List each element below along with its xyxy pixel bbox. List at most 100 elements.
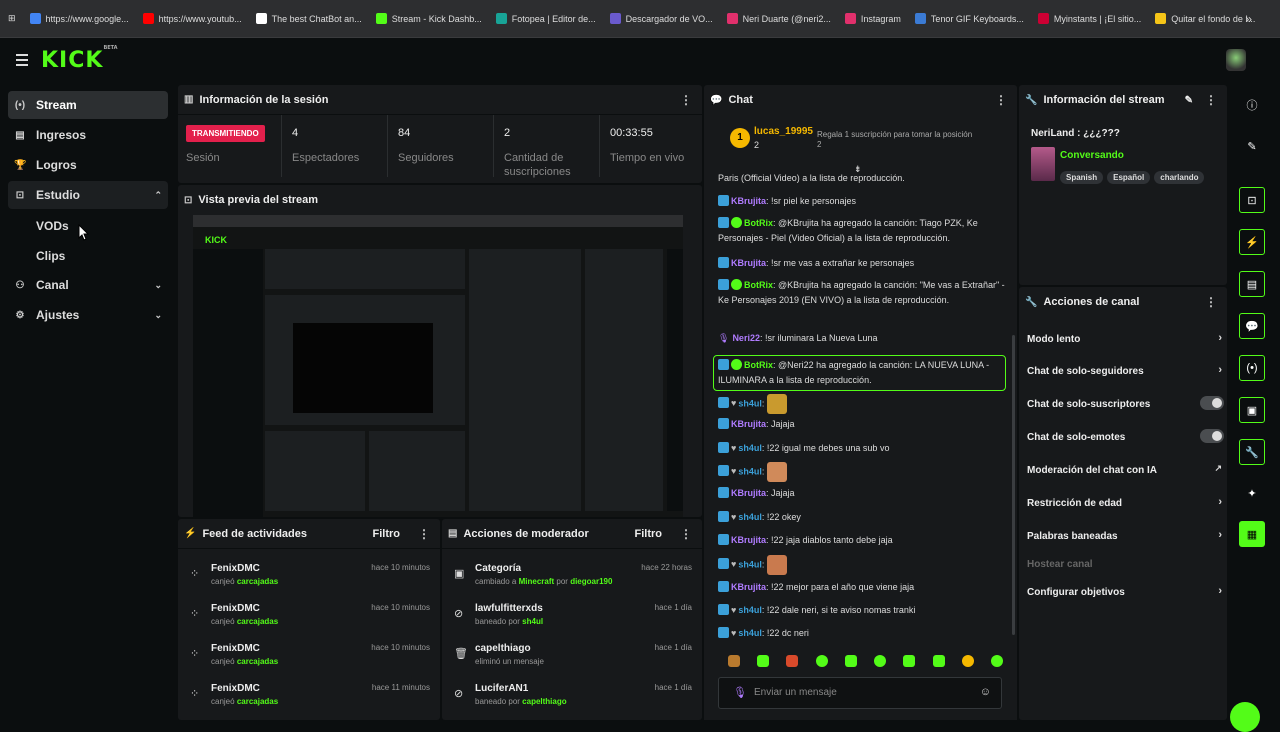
broadcast-icon[interactable]: (•) xyxy=(1239,355,1265,381)
filter-button[interactable]: Filtro xyxy=(373,528,401,540)
channel-action-item[interactable]: Chat de solo-suscriptores xyxy=(1027,396,1224,410)
emote-icon[interactable] xyxy=(844,655,857,667)
more-options-icon[interactable]: ⋮ xyxy=(680,93,692,107)
mod-target[interactable]: LuciferAN1 xyxy=(475,683,528,694)
chat-message[interactable]: KBrujita: Jajaja xyxy=(718,417,1008,432)
bookmark-item[interactable]: Quitar el fondo de I... xyxy=(1155,13,1255,24)
stream-preview-video[interactable]: KICK xyxy=(193,215,683,517)
channel-action-item[interactable]: Palabras baneadas › xyxy=(1027,529,1222,542)
bookmark-item[interactable]: https://www.google... xyxy=(29,13,129,24)
chat-message[interactable]: ♥ sh4ul: xyxy=(718,394,1008,414)
sidebar-item-logros[interactable]: 🏆 Logros xyxy=(8,151,168,179)
info-icon[interactable]: ⓘ xyxy=(1239,92,1265,118)
chat-username[interactable]: BotRix xyxy=(744,360,773,370)
chat-input[interactable]: 🎙 Enviar un mensaje ☺ xyxy=(718,677,1002,709)
chat-message[interactable]: ♥ sh4ul: xyxy=(718,462,1008,482)
chat-message[interactable]: KBrujita: !sr me vas a extrañar ke perso… xyxy=(718,256,1008,271)
bookmark-item[interactable]: Myinstants | ¡El sitio... xyxy=(1037,13,1141,24)
channel-action-item[interactable]: Chat de solo-emotes xyxy=(1027,429,1224,443)
channel-action-item[interactable]: Chat de solo-seguidores › xyxy=(1027,364,1222,377)
chat-username[interactable]: KBrujita xyxy=(731,535,766,545)
mod-target[interactable]: Categoría xyxy=(475,563,521,574)
chat-username[interactable]: KBrujita xyxy=(731,258,766,268)
emote-icon[interactable] xyxy=(874,655,887,667)
more-options-icon[interactable]: ⋮ xyxy=(995,93,1007,107)
chat-username[interactable]: BotRix xyxy=(744,280,773,290)
activity-user[interactable]: FenixDMC xyxy=(211,603,260,614)
chat-username[interactable]: sh4ul xyxy=(738,559,762,569)
chat-username[interactable]: KBrujita xyxy=(731,419,766,429)
chat-icon[interactable]: 💬 xyxy=(1239,313,1265,339)
stream-category[interactable]: Conversando xyxy=(1060,150,1124,161)
activity-user[interactable]: FenixDMC xyxy=(211,563,260,574)
chat-username[interactable]: sh4ul xyxy=(738,628,762,638)
chat-message[interactable]: KBrujita: !22 jaja diablos tanto debe ja… xyxy=(718,533,1008,548)
bookmarks-more-icon[interactable]: » xyxy=(1245,12,1252,26)
mic-icon[interactable]: 🎙 xyxy=(733,686,747,699)
kick-logo[interactable]: KICKBETA xyxy=(41,45,118,73)
chat-message[interactable]: ♥ sh4ul: !22 okey xyxy=(718,510,1008,525)
chat-message[interactable]: ♥ sh4ul: !22 dale neri, si te aviso nomas… xyxy=(718,603,1008,618)
chat-username[interactable]: sh4ul xyxy=(738,443,762,453)
edit-icon[interactable]: ✎ xyxy=(1185,95,1193,106)
chat-message[interactable]: KBrujita: !sr piel ke personajes xyxy=(718,194,1008,209)
chat-message[interactable]: KBrujita: !22 mejor para el año que vien… xyxy=(718,580,1008,595)
sidebar-item-estudio[interactable]: ⊡ Estudio ⌃ xyxy=(8,181,168,209)
more-options-icon[interactable]: ⋮ xyxy=(418,527,430,541)
chat-message[interactable]: BotRix: @KBrujita ha agregado la canción… xyxy=(718,216,1008,246)
help-button[interactable] xyxy=(1230,702,1260,732)
chat-username[interactable]: KBrujita xyxy=(731,582,766,592)
more-options-icon[interactable]: ⋮ xyxy=(1205,93,1217,107)
wrench-icon[interactable]: 🔧 xyxy=(1239,439,1265,465)
sidebar-item-stream[interactable]: (•) Stream xyxy=(8,91,168,119)
chat-message[interactable]: BotRix: @Neri22 ha agregado la canción: … xyxy=(713,355,1006,391)
calendar-icon[interactable]: ▦ xyxy=(1239,521,1265,547)
emote-icon[interactable] xyxy=(786,655,799,667)
chat-message[interactable]: BotRix: @KBrujita ha agregado la canción… xyxy=(718,278,1008,308)
channel-action-item[interactable]: Configurar objetivos › xyxy=(1027,585,1222,598)
bookmark-item[interactable]: The best ChatBot an... xyxy=(255,13,362,24)
bookmark-item[interactable]: Tenor GIF Keyboards... xyxy=(914,13,1024,24)
chat-username[interactable]: BotRix xyxy=(744,218,773,228)
chat-username[interactable]: KBrujita xyxy=(731,488,766,498)
sidebar-item-ingresos[interactable]: ▤ Ingresos xyxy=(8,121,168,149)
emote-icon[interactable] xyxy=(990,655,1003,667)
mod-target[interactable]: lawfulfitterxds xyxy=(475,603,543,614)
chat-scrollbar[interactable] xyxy=(1012,335,1015,635)
activity-user[interactable]: FenixDMC xyxy=(211,683,260,694)
bookmark-item[interactable]: Fotopea | Editor de... xyxy=(495,13,596,24)
chat-username[interactable]: KBrujita xyxy=(731,196,766,206)
emote-icon[interactable] xyxy=(961,655,974,667)
sidebar-subitem-clips[interactable]: Clips xyxy=(36,249,65,263)
document-icon[interactable]: ▤ xyxy=(1239,271,1265,297)
sparkle-icon[interactable]: ✦ xyxy=(1239,480,1265,506)
sidebar-item-canal[interactable]: ⚇ Canal ⌄ xyxy=(8,271,168,299)
more-options-icon[interactable]: ⋮ xyxy=(680,527,692,541)
bolt-icon[interactable]: ⚡ xyxy=(1239,229,1265,255)
chat-username[interactable]: sh4ul xyxy=(738,398,762,408)
bookmark-item[interactable]: Neri Duarte (@neri2... xyxy=(726,13,831,24)
bookmark-item[interactable]: https://www.youtub... xyxy=(142,13,242,24)
bookmark-item[interactable]: Instagram xyxy=(844,13,901,24)
mod-target[interactable]: capelthiago xyxy=(475,643,531,654)
more-options-icon[interactable]: ⋮ xyxy=(1205,295,1217,309)
gift-cta[interactable]: Regala 1 suscripción para tomar la posic… xyxy=(817,130,977,150)
toggle-switch[interactable] xyxy=(1200,396,1224,410)
bookmark-item[interactable]: Stream - Kick Dashb... xyxy=(375,13,482,24)
chat-username[interactable]: Neri22 xyxy=(732,333,760,343)
sidebar-subitem-vods[interactable]: VODs xyxy=(36,219,69,233)
menu-icon[interactable] xyxy=(16,54,28,69)
channel-action-item[interactable]: Modo lento › xyxy=(1027,332,1222,345)
chat-message[interactable]: ♥ sh4ul: !22 dc neri xyxy=(718,626,1008,641)
emote-icon[interactable] xyxy=(728,655,740,667)
pencil-icon[interactable]: ✎ xyxy=(1239,133,1265,159)
activity-user[interactable]: FenixDMC xyxy=(211,643,260,654)
emote-icon[interactable] xyxy=(932,655,945,667)
bookmark-item[interactable]: Descargador de VO... xyxy=(609,13,713,24)
apps-icon[interactable]: ⊞ xyxy=(8,13,16,24)
emote-icon[interactable] xyxy=(815,655,828,667)
avatar[interactable] xyxy=(1226,49,1246,71)
gift-username[interactable]: lucas_19995 xyxy=(754,126,813,137)
emote-icon[interactable] xyxy=(903,655,916,667)
emote-icon[interactable] xyxy=(757,655,770,667)
